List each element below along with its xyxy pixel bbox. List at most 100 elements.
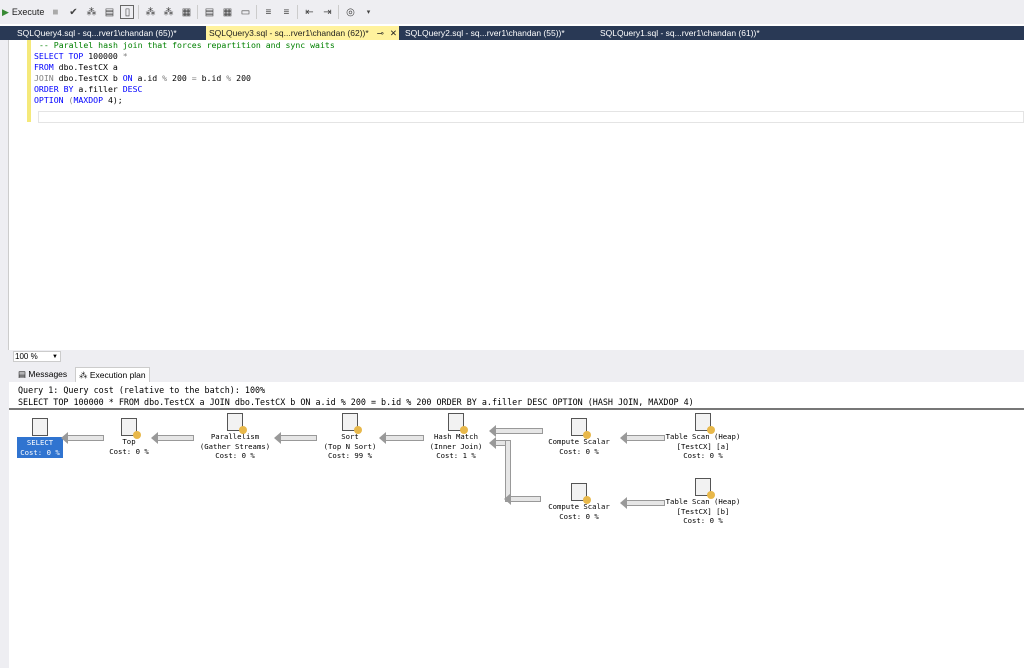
display-plan-icon[interactable]: ⁂ [84, 5, 98, 19]
current-line [38, 111, 1024, 123]
stop-icon[interactable]: ■ [48, 5, 62, 19]
separator [297, 5, 299, 19]
node-name: Compute Scalar [548, 502, 610, 511]
left-panel-edge [0, 350, 9, 668]
zoom-select[interactable]: 100 % ▼ [13, 351, 61, 362]
separator [338, 5, 340, 19]
node-cost: Cost: 0 % [20, 447, 60, 457]
tab-sqlquery3[interactable]: SQLQuery3.sql - sq...rver1\chandan (62))… [206, 26, 399, 40]
results-to-text-icon[interactable]: ▤ [102, 5, 116, 19]
code: 4); [103, 95, 123, 105]
code-line: OPTION (MAXDOP 4); [34, 95, 335, 106]
data-flow-arrow [489, 425, 543, 437]
client-stats-icon[interactable]: ▦ [179, 5, 193, 19]
query-text: SELECT TOP 100000 * FROM dbo.TestCX a JO… [18, 397, 694, 407]
kw: ORDER BY [34, 84, 74, 94]
live-stats-icon[interactable]: ⁂ [161, 5, 175, 19]
node-cost: Cost: 0 % [559, 446, 599, 456]
chevron-down-icon: ▼ [52, 354, 58, 360]
execute-button[interactable]: ▶ Execute [2, 7, 44, 18]
results-to-file-icon[interactable]: ▯ [120, 5, 135, 19]
execution-plan-icon: ⁂ [79, 370, 90, 380]
code: 100000 [83, 51, 123, 61]
play-icon: ▶ [2, 6, 9, 17]
intellisense-icon[interactable]: ◎ [343, 5, 357, 19]
node-detail: [TestCX] [b] [676, 506, 730, 516]
data-flow-arrow [379, 432, 424, 444]
data-flow-line [504, 493, 541, 505]
node-cost: Cost: 0 % [683, 451, 723, 460]
tab-messages[interactable]: ▤ Messages [15, 367, 70, 382]
include-plan-icon[interactable]: ⁂ [143, 5, 157, 19]
node-cost: Cost: 99 % [328, 451, 372, 460]
execution-plan-diagram: SELECT Cost: 0 % Top Cost: 0 % Parallelism… [9, 410, 1024, 668]
close-icon[interactable]: ✕ [390, 28, 397, 38]
code-line: SELECT TOP 100000 * [34, 51, 335, 62]
code-line: FROM dbo.TestCX a [34, 62, 335, 73]
tab-execution-plan[interactable]: ⁂ Execution plan [75, 367, 150, 382]
kw: FROM [34, 62, 54, 72]
compute-scalar-icon [571, 418, 591, 439]
zoom-value: 100 % [15, 352, 38, 361]
top-icon [121, 418, 141, 439]
node-cost: Cost: 0 % [109, 446, 149, 456]
data-flow-arrow [274, 432, 317, 444]
op: * [122, 51, 128, 61]
code: b.id [196, 73, 227, 83]
uncomment-icon[interactable]: ≡ [279, 5, 293, 19]
pin-icon[interactable]: ⊸ [377, 28, 384, 38]
code-comment: -- Parallel hash join that forces repart… [39, 40, 335, 50]
results-tabs: ▤ Messages ⁂ Execution plan [9, 364, 1024, 382]
node-detail: (Top N Sort) [323, 441, 377, 451]
sql-editor[interactable]: -- Parallel hash join that forces repart… [34, 40, 335, 106]
node-cost: Cost: 1 % [436, 451, 476, 460]
toolbar-options-icon[interactable]: ▾ [361, 5, 375, 19]
code: dbo.TestCX a [53, 62, 118, 72]
left-panel-edge [0, 40, 9, 350]
code-line: ORDER BY a.filler DESC [34, 84, 335, 95]
results-grid-icon[interactable]: ▦ [220, 5, 234, 19]
separator [256, 5, 258, 19]
data-flow-arrow [61, 432, 104, 444]
node-cost: Cost: 0 % [683, 516, 723, 525]
tab-sqlquery4[interactable]: SQLQuery4.sql - sq...rver1\chandan (65))… [14, 26, 204, 40]
node-name: Compute Scalar [548, 437, 610, 446]
parse-icon[interactable]: ✔ [66, 5, 80, 19]
tab-sqlquery1[interactable]: SQLQuery1.sql - sq...rver1\chandan (61))… [597, 26, 787, 40]
plan-node-compute-scalar-a[interactable]: Compute Scalar Cost: 0 % [524, 418, 634, 456]
tab-label: SQLQuery3.sql - sq...rver1\chandan (62))… [209, 28, 369, 38]
code: 200 [167, 73, 192, 83]
parallelism-icon [227, 413, 247, 434]
code: dbo.TestCX b [53, 73, 123, 83]
plan-node-compute-scalar-b[interactable]: Compute Scalar Cost: 0 % [524, 483, 634, 521]
document-tabs: SQLQuery4.sql - sq...rver1\chandan (65))… [0, 26, 1024, 40]
hash-match-icon [448, 413, 468, 434]
results-file-icon[interactable]: ▭ [238, 5, 252, 19]
results-text-icon[interactable]: ▤ [202, 5, 216, 19]
kw: OPTION [34, 95, 64, 105]
plan-header: Query 1: Query cost (relative to the bat… [9, 382, 1024, 410]
outdent-icon[interactable]: ⇤ [302, 5, 316, 19]
node-name: SELECT [26, 438, 54, 447]
table-scan-icon [695, 413, 715, 434]
node-cost: Cost: 0 % [559, 511, 599, 521]
code: a.filler [73, 84, 123, 94]
indent-icon[interactable]: ⇥ [320, 5, 334, 19]
data-flow-arrow [151, 432, 194, 444]
data-flow-arrow [620, 432, 665, 444]
op: ( [63, 95, 74, 105]
comment-icon[interactable]: ≡ [261, 5, 275, 19]
kw: SELECT TOP [34, 51, 84, 61]
separator [138, 5, 140, 19]
separator [197, 5, 199, 19]
tab-label: Execution plan [89, 370, 146, 380]
compute-scalar-icon [571, 483, 591, 504]
toolbar: ▶ Execute ■ ✔ ⁂ ▤ ▯ ⁂ ⁂ ▦ ▤ ▦ ▭ ≡ ≡ ⇤ ⇥ ◎… [0, 0, 1024, 24]
node-cost: Cost: 0 % [215, 451, 255, 460]
kw: MAXDOP [73, 95, 104, 105]
code: a.id [132, 73, 163, 83]
editor-gutter [9, 40, 27, 350]
zoom-bar: 100 % ▼ [9, 350, 1024, 364]
node-detail: [TestCX] [a] [676, 441, 730, 451]
tab-sqlquery2[interactable]: SQLQuery2.sql - sq...rver1\chandan (55))… [402, 26, 592, 40]
